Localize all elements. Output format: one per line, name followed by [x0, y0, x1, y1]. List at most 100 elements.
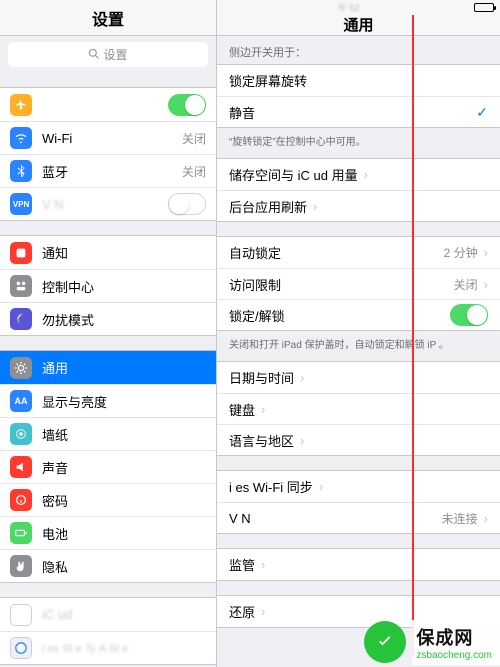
status-bar: 午 52	[217, 0, 500, 14]
sidebar-item-general[interactable]: 通用	[0, 351, 216, 384]
sidebar-item-wifi[interactable]: Wi-Fi 关闭	[0, 121, 216, 154]
rotation-note: “旋转锁定”在控制中心中可用。	[217, 128, 500, 148]
row-mute[interactable]: 静音 ✓	[217, 96, 500, 127]
row-label: 访问限制	[229, 275, 281, 294]
row-lock-rotation[interactable]: 锁定屏幕旋转	[217, 65, 500, 96]
sidebar-item-label: 显示与亮度	[42, 392, 107, 411]
row-language[interactable]: 语言与地区 ›	[217, 424, 500, 455]
chevron-right-icon: ›	[313, 199, 317, 214]
chevron-right-icon: ›	[319, 479, 323, 494]
sidebar-item-label: 通用	[42, 358, 68, 377]
appstore-icon	[10, 637, 32, 659]
sidebar-item-wallpaper[interactable]: 墙纸	[0, 417, 216, 450]
sidebar-item-battery[interactable]: 电池	[0, 516, 216, 549]
battery-indicator-icon	[474, 3, 494, 12]
row-datetime[interactable]: 日期与时间 ›	[217, 362, 500, 393]
gear-icon	[10, 357, 32, 379]
row-autolock[interactable]: 自动锁定 2 分钟 ›	[217, 237, 500, 268]
sound-icon	[10, 456, 32, 478]
chevron-right-icon: ›	[484, 511, 488, 526]
row-label: 语言与地区	[229, 431, 294, 450]
sidebar-item-label: 勿扰模式	[42, 310, 94, 329]
display-icon: AA	[10, 390, 32, 412]
row-label: 锁定屏幕旋转	[229, 71, 307, 90]
wallpaper-icon	[10, 423, 32, 445]
status-time: 午 52	[338, 1, 360, 14]
row-keyboard[interactable]: 键盘 ›	[217, 393, 500, 424]
restrictions-value: 关闭	[454, 276, 478, 293]
lockunlock-toggle[interactable]	[450, 304, 488, 326]
search-icon	[88, 48, 99, 62]
sidebar-item-sound[interactable]: 声音	[0, 450, 216, 483]
chevron-right-icon: ›	[300, 433, 304, 448]
row-reset[interactable]: 还原 ›	[217, 596, 500, 627]
cloud-icon	[10, 604, 32, 626]
row-lockunlock[interactable]: 锁定/解锁	[217, 299, 500, 330]
row-label: 监管	[229, 555, 255, 574]
row-refresh[interactable]: 后台应用刷新 ›	[217, 190, 500, 221]
chevron-right-icon: ›	[364, 167, 368, 182]
sidebar-item-vpn[interactable]: VPN V N	[0, 187, 216, 220]
wifi-icon	[10, 127, 32, 149]
settings-sidebar: 设置 设置 Wi-Fi 关闭	[0, 0, 217, 667]
detail-pane: 午 52 通用 侧边开关用于： 锁定屏幕旋转 静音 ✓ “旋转锁定”在控制中心中…	[217, 0, 500, 667]
chevron-right-icon: ›	[484, 245, 488, 260]
chevron-right-icon: ›	[261, 557, 265, 572]
sidebar-item-label: 通知	[42, 243, 68, 262]
hand-icon	[10, 555, 32, 577]
row-label: 自动锁定	[229, 243, 281, 262]
search-wrap: 设置	[0, 36, 216, 73]
row-label: 静音	[229, 103, 255, 122]
sidebar-item-label: 隐私	[42, 557, 68, 576]
group-reset: 还原 ›	[217, 595, 500, 628]
sidebar-item-label: 声音	[42, 458, 68, 477]
vpn-icon: VPN	[10, 193, 32, 215]
sidebar-item-label: V N	[42, 197, 64, 212]
sidebar-item-bluetooth[interactable]: 蓝牙 关闭	[0, 154, 216, 187]
group-sync: i es Wi-Fi 同步 › V N 未连接 ›	[217, 470, 500, 534]
sidebar-title: 设置	[0, 0, 216, 36]
chevron-right-icon: ›	[300, 370, 304, 385]
group-profiles: 监管 ›	[217, 548, 500, 581]
sidebar-item-icloud[interactable]: iC ud	[0, 598, 216, 631]
detail-scroll[interactable]: 侧边开关用于： 锁定屏幕旋转 静音 ✓ “旋转锁定”在控制中心中可用。 储存空间…	[217, 36, 500, 667]
row-storage[interactable]: 储存空间与 iC ud 用量 ›	[217, 159, 500, 190]
battery-icon	[10, 522, 32, 544]
row-label: 储存空间与 iC ud 用量	[229, 165, 358, 184]
wifi-value: 关闭	[182, 130, 206, 147]
sidebar-item-controlcenter[interactable]: 控制中心	[0, 269, 216, 302]
bluetooth-icon	[10, 160, 32, 182]
vpn-toggle[interactable]	[168, 193, 206, 215]
sidebar-item-privacy[interactable]: 隐私	[0, 549, 216, 582]
sidebar-group-account: iC ud i es St e 与 A St e	[0, 597, 216, 665]
row-label: 后台应用刷新	[229, 197, 307, 216]
chevron-right-icon: ›	[261, 402, 265, 417]
sidebar-group-notify: 通知 控制中心 勿扰模式	[0, 235, 216, 336]
detail-title: 通用	[217, 14, 500, 36]
sidebar-item-airplane[interactable]	[0, 88, 216, 121]
search-input[interactable]: 设置	[8, 42, 208, 67]
airplane-toggle[interactable]	[168, 94, 206, 116]
row-supervision[interactable]: 监管 ›	[217, 549, 500, 580]
sidebar-group-device: 通用 AA 显示与亮度 墙纸 声音 密码	[0, 350, 216, 583]
row-label: i es Wi-Fi 同步	[229, 477, 313, 496]
row-restrictions[interactable]: 访问限制 关闭 ›	[217, 268, 500, 299]
lock-note: 关闭和打开 iPad 保护盖时，自动锁定和解锁 iP 。	[217, 331, 500, 351]
sidebar-scroll[interactable]: Wi-Fi 关闭 蓝牙 关闭 VPN V N 通知	[0, 73, 216, 667]
sidebar-item-display[interactable]: AA 显示与亮度	[0, 384, 216, 417]
row-itunes-wifi[interactable]: i es Wi-Fi 同步 ›	[217, 471, 500, 502]
passcode-icon	[10, 489, 32, 511]
sidebar-item-label: 蓝牙	[42, 162, 68, 181]
row-label: 日期与时间	[229, 368, 294, 387]
row-label: 锁定/解锁	[229, 306, 285, 325]
bluetooth-value: 关闭	[182, 163, 206, 180]
row-label: 键盘	[229, 400, 255, 419]
sidebar-item-label: i es St e 与 A St e	[42, 640, 128, 656]
sidebar-item-dnd[interactable]: 勿扰模式	[0, 302, 216, 335]
chevron-right-icon: ›	[261, 604, 265, 619]
sidebar-item-notifications[interactable]: 通知	[0, 236, 216, 269]
sidebar-item-appstore[interactable]: i es St e 与 A St e	[0, 631, 216, 664]
sidebar-item-passcode[interactable]: 密码	[0, 483, 216, 516]
row-vpn2[interactable]: V N 未连接 ›	[217, 502, 500, 533]
sidebar-item-label: 电池	[42, 524, 68, 543]
